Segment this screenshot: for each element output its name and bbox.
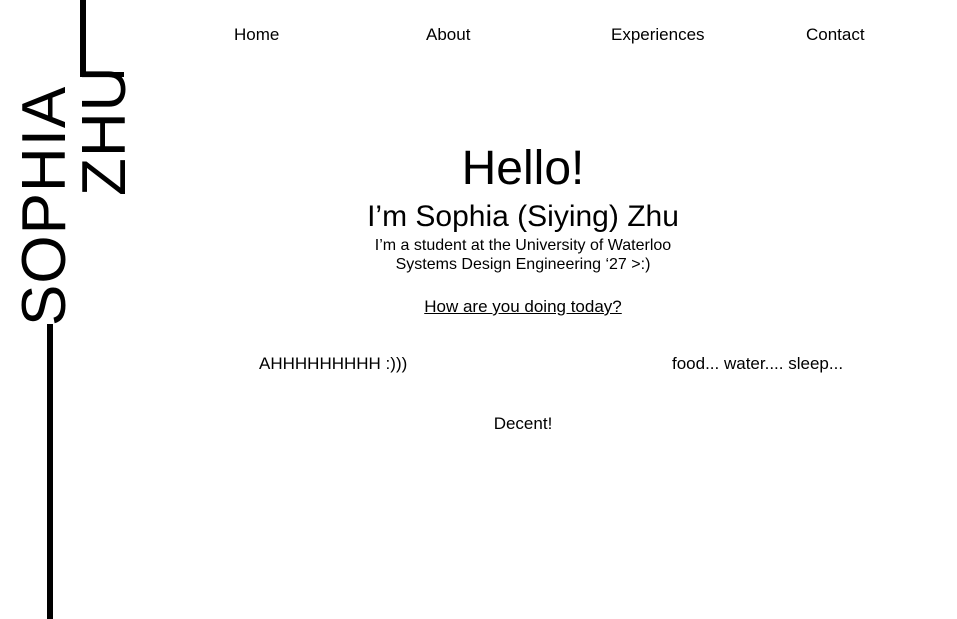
left-vertical-line: [47, 324, 53, 619]
mood-question-link[interactable]: How are you doing today?: [287, 296, 759, 318]
greeting-heading: Hello!: [461, 142, 585, 195]
vertical-first-name: SOPHIA: [10, 85, 79, 326]
answer-option[interactable]: Decent!: [287, 413, 759, 435]
vertical-last-name: ZHU: [70, 65, 139, 196]
intro-line-school: I’m a student at the University of Water…: [374, 237, 672, 254]
intro-line-program: Systems Design Engineering ‘27 >:): [395, 256, 651, 273]
intro-heading: I’m Sophia (Siying) Zhu: [367, 200, 679, 233]
answer-option[interactable]: AHHHHHHHHH :))): [259, 353, 407, 375]
portfolio-page: SOPHIA ZHU Home About Experiences Contac…: [0, 0, 957, 619]
nav-link-experiences[interactable]: Experiences: [611, 24, 705, 46]
nav-link-home[interactable]: Home: [234, 24, 279, 46]
answer-option[interactable]: food... water.... sleep...: [672, 353, 843, 375]
right-vertical-line: [80, 0, 86, 72]
nav-link-about[interactable]: About: [426, 24, 470, 46]
nav-link-contact[interactable]: Contact: [806, 24, 865, 46]
